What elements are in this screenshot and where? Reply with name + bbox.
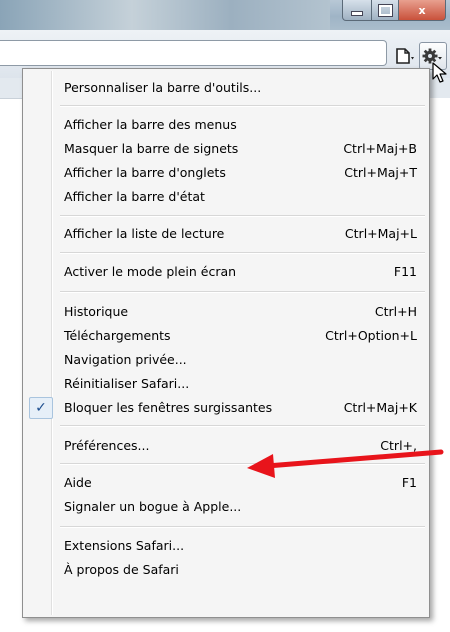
menu-separator: [60, 425, 425, 427]
close-icon: x: [418, 3, 426, 17]
menu-item-label: Aide: [64, 475, 92, 490]
menu-item-label: Navigation privée...: [64, 352, 187, 367]
menu-separator: [60, 215, 425, 217]
menu-item-shortcut: Ctrl+Option+L: [325, 328, 417, 343]
menu-item-label: À propos de Safari: [64, 562, 179, 577]
menu-item-label: Téléchargements: [64, 328, 171, 343]
menu-item-label: Afficher la barre d'état: [64, 189, 205, 204]
menu-item-show-menu-bar[interactable]: Afficher la barre des menus: [25, 114, 427, 136]
menu-separator: [60, 291, 425, 293]
menu-item-downloads[interactable]: Téléchargements Ctrl+Option+L: [25, 325, 427, 347]
menu-item-label: Historique: [64, 304, 129, 319]
checkmark-icon: ✓: [29, 397, 53, 419]
page-menu-button[interactable]: [395, 46, 419, 66]
window-controls: x: [342, 0, 446, 21]
menu-item-block-popups[interactable]: ✓ Bloquer les fenêtres surgissantes Ctrl…: [25, 397, 427, 419]
menu-item-label: Préférences...: [64, 438, 150, 453]
close-button[interactable]: x: [399, 0, 446, 21]
menu-item-label: Afficher la liste de lecture: [64, 226, 225, 241]
menu-item-label: Afficher la barre des menus: [64, 117, 237, 132]
menu-item-show-reading-list[interactable]: Afficher la liste de lecture Ctrl+Maj+L: [25, 223, 427, 245]
maximize-icon: [377, 3, 393, 17]
red-arrow-annotation: [247, 449, 444, 478]
mouse-cursor-icon: [432, 62, 447, 83]
menu-item-label: Réinitialiser Safari...: [64, 376, 190, 391]
menu-item-shortcut: Ctrl+Maj+T: [344, 165, 417, 180]
menu-item-label: Masquer la barre de signets: [64, 141, 239, 156]
menu-item-safari-extensions[interactable]: Extensions Safari...: [25, 535, 427, 557]
arrow-shaft: [264, 449, 444, 469]
menu-item-label: Signaler un bogue à Apple...: [64, 499, 242, 514]
menu-item-shortcut: Ctrl+Maj+B: [343, 141, 417, 156]
minimize-button[interactable]: [342, 0, 372, 21]
minimize-icon: [351, 10, 363, 16]
page-menu-icon: [396, 48, 414, 64]
menu-separator: [60, 105, 425, 107]
menu-item-hide-bookmarks-bar[interactable]: Masquer la barre de signets Ctrl+Maj+B: [25, 138, 427, 160]
menu-item-fullscreen[interactable]: Activer le mode plein écran F11: [25, 261, 427, 283]
menu-item-shortcut: F11: [393, 264, 417, 279]
menu-item-label: Personnaliser la barre d'outils...: [64, 80, 262, 95]
menu-item-label: Activer le mode plein écran: [64, 264, 237, 279]
menu-item-customize-toolbar[interactable]: Personnaliser la barre d'outils...: [25, 77, 427, 99]
menu-item-shortcut: Ctrl+Maj+L: [344, 226, 417, 241]
menu-item-show-tab-bar[interactable]: Afficher la barre d'onglets Ctrl+Maj+T: [25, 162, 427, 184]
menu-item-report-bug[interactable]: Signaler un bogue à Apple...: [25, 496, 427, 518]
menu-separator: [60, 526, 425, 528]
settings-menu: Personnaliser la barre d'outils... Affic…: [22, 68, 430, 618]
menu-item-history[interactable]: Historique Ctrl+H: [25, 301, 427, 323]
menu-item-shortcut: Ctrl+H: [374, 304, 417, 319]
menu-item-private-browsing[interactable]: Navigation privée...: [25, 349, 427, 371]
window-titlebar: x: [0, 0, 450, 30]
menu-item-reset-safari[interactable]: Réinitialiser Safari...: [25, 373, 427, 395]
maximize-button[interactable]: [372, 0, 399, 21]
menu-item-about-safari[interactable]: À propos de Safari: [25, 559, 427, 581]
menu-item-label: Bloquer les fenêtres surgissantes: [64, 400, 273, 415]
arrow-head: [247, 454, 275, 478]
menu-item-label: Extensions Safari...: [64, 538, 185, 553]
titlebar-background: [0, 0, 330, 30]
menu-item-shortcut: Ctrl+Maj+K: [343, 400, 417, 415]
menu-separator: [60, 252, 425, 254]
menu-item-label: Afficher la barre d'onglets: [64, 165, 226, 180]
address-bar[interactable]: [0, 40, 387, 66]
menu-item-show-status-bar[interactable]: Afficher la barre d'état: [25, 186, 427, 208]
